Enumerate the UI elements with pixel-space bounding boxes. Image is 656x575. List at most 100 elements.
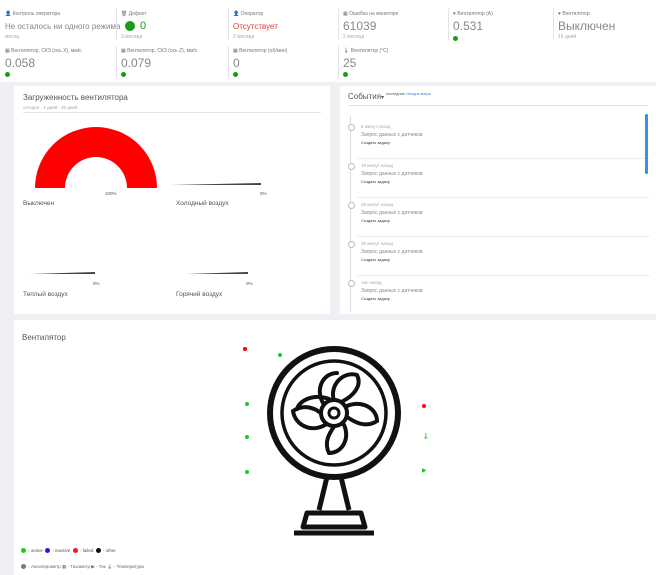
gauge-cold-percent: 0% [260, 191, 267, 196]
timeline-dot-icon [348, 280, 355, 287]
gauge-hot-needle [186, 272, 248, 274]
kpi-value: 0 [140, 20, 147, 32]
other-dot-icon [95, 548, 101, 554]
gauge-warm-chart [31, 272, 95, 274]
create-task-link[interactable]: Создать задачу [361, 296, 390, 301]
events-list[interactable]: 8 минут назад Запрос данных с датчиков С… [348, 108, 650, 312]
gauge-cold-chart [171, 183, 261, 185]
create-task-link[interactable]: Создать задачу [361, 218, 390, 223]
kpi-value: 0 [233, 56, 240, 70]
kpi-value: Отсутствует [233, 22, 278, 31]
create-task-link[interactable]: Создать задачу [361, 179, 390, 184]
period-2days-tab[interactable]: 2 дней [43, 105, 57, 110]
current-sensor-icon[interactable]: ▶ [422, 467, 427, 474]
kpi-value: 61039 [343, 19, 377, 33]
kpi-label: 👤 Контроль оператора [5, 11, 61, 17]
timeline-dot-icon [348, 202, 355, 209]
fan-panel: Вентилятор 🌡 ▶ - active - inactive - fai… [14, 320, 656, 575]
kpi-sub: 16 дней [558, 34, 577, 40]
kpi-sub: 2 месяца [343, 34, 365, 40]
divider [23, 112, 321, 113]
period-30days-tab[interactable]: 30 дней [61, 105, 77, 110]
kpi-value: Не осталось ни одного режима [5, 22, 121, 31]
divider [338, 8, 339, 40]
gauge-cold-needle [171, 183, 261, 185]
divider [348, 105, 648, 106]
caret-down-icon: ▾ [381, 95, 385, 101]
event-text: Запрос данных с датчиков [361, 132, 423, 138]
kpi-sub: месяц [5, 34, 20, 40]
filter-yesterday[interactable]: вчера [421, 92, 431, 96]
kpi-value: 0.531 [453, 19, 484, 33]
sensor-dot[interactable] [278, 353, 282, 357]
divider [553, 8, 554, 40]
divider [357, 158, 650, 159]
period-tabs: сегодня · 2 дней · 30 дней [23, 105, 78, 110]
event-item[interactable]: 28 минут назад Запрос данных с датчиков … [348, 202, 650, 240]
gauge-off-percent: 100% [105, 191, 117, 196]
sensor-dot[interactable] [243, 347, 247, 351]
kpi-value: 0.058 [5, 56, 36, 70]
status-dot-icon [453, 36, 458, 41]
filter-today[interactable]: сегодня [406, 92, 420, 96]
divider [357, 236, 650, 237]
kpi-sub: 2 месяца [233, 34, 255, 40]
status-dot-icon [233, 72, 238, 77]
event-time: 28 минут назад [361, 202, 394, 207]
gauge-hot-label: Горячий воздух [176, 291, 223, 298]
divider [228, 46, 229, 78]
status-dot-icon [343, 72, 348, 77]
divider [357, 275, 650, 276]
period-today-tab[interactable]: сегодня [23, 105, 39, 110]
gauge-warm-label: Теплый воздух [23, 291, 68, 298]
event-time: час назад [361, 280, 382, 285]
sensor-dot[interactable] [245, 402, 249, 406]
events-filters: последние сегодня вчера [386, 92, 431, 96]
event-time: 8 минут назад [361, 124, 391, 129]
gauge-warm-percent: 0% [93, 281, 100, 286]
event-text: Запрос данных с датчиков [361, 171, 423, 177]
gauge-off-chart [35, 127, 157, 188]
status-dot-icon [5, 72, 10, 77]
kpi-strip: 👤 Контроль оператора Не осталось ни одно… [0, 0, 656, 82]
timeline-dot-icon [348, 163, 355, 170]
kpi-label: ♥ Вентилятор [558, 11, 590, 17]
sensor-dot[interactable] [422, 404, 426, 408]
status-legend: - active - inactive - failed - other [20, 548, 116, 554]
status-dot-icon [121, 72, 126, 77]
timeline-dot-icon [348, 124, 355, 131]
event-time: 18 минут назад [361, 163, 394, 168]
sensor-dot[interactable] [245, 470, 249, 474]
fan-load-panel: Загруженность вентилятора сегодня · 2 дн… [14, 86, 330, 314]
sensor-dot[interactable] [245, 435, 249, 439]
kpi-label: ▦ Вентилятор, СКЗ (ось X), мм/с [5, 48, 82, 54]
kpi-label: ▦ Ошибка на мониторе [343, 11, 399, 17]
failed-dot-icon [72, 548, 78, 554]
events-panel: События▾ последние сегодня вчера 8 минут… [340, 86, 656, 314]
kpi-value: Выключен [558, 19, 616, 33]
event-item[interactable]: 8 минут назад Запрос данных с датчиков С… [348, 124, 650, 162]
event-time: 38 минут назад [361, 241, 394, 246]
event-text: Запрос данных с датчиков [361, 249, 423, 255]
kpi-label: 🌡 Вентилятор (°C) [343, 48, 389, 54]
event-text: Запрос данных с датчиков [361, 288, 423, 294]
divider [228, 8, 229, 40]
filter-latest[interactable]: последние [386, 92, 405, 96]
events-title[interactable]: События▾ [348, 92, 384, 101]
gauge-cold-label: Холодный воздух [176, 200, 229, 207]
event-item[interactable]: 18 минут назад Запрос данных с датчиков … [348, 163, 650, 201]
temperature-sensor-icon[interactable]: 🌡 [422, 433, 430, 440]
create-task-link[interactable]: Создать задачу [361, 140, 390, 145]
event-item[interactable]: час назад Запрос данных с датчиков Созда… [348, 280, 650, 312]
gauge-off-label: Выключен [23, 200, 55, 207]
status-dot-icon [125, 21, 135, 31]
event-item[interactable]: 38 минут назад Запрос данных с датчиков … [348, 241, 650, 279]
kpi-label: ▦ Вентилятор (об/мин) [233, 48, 288, 54]
kpi-label: ▦ Вентилятор, СКЗ (ось Z), мм/с [121, 48, 198, 54]
panel-title: Вентилятор [22, 333, 66, 342]
active-dot-icon [21, 548, 26, 554]
accelerometer-dot-icon [21, 564, 26, 570]
divider [448, 8, 449, 40]
create-task-link[interactable]: Создать задачу [361, 257, 390, 262]
events-scrollbar[interactable] [645, 114, 648, 174]
